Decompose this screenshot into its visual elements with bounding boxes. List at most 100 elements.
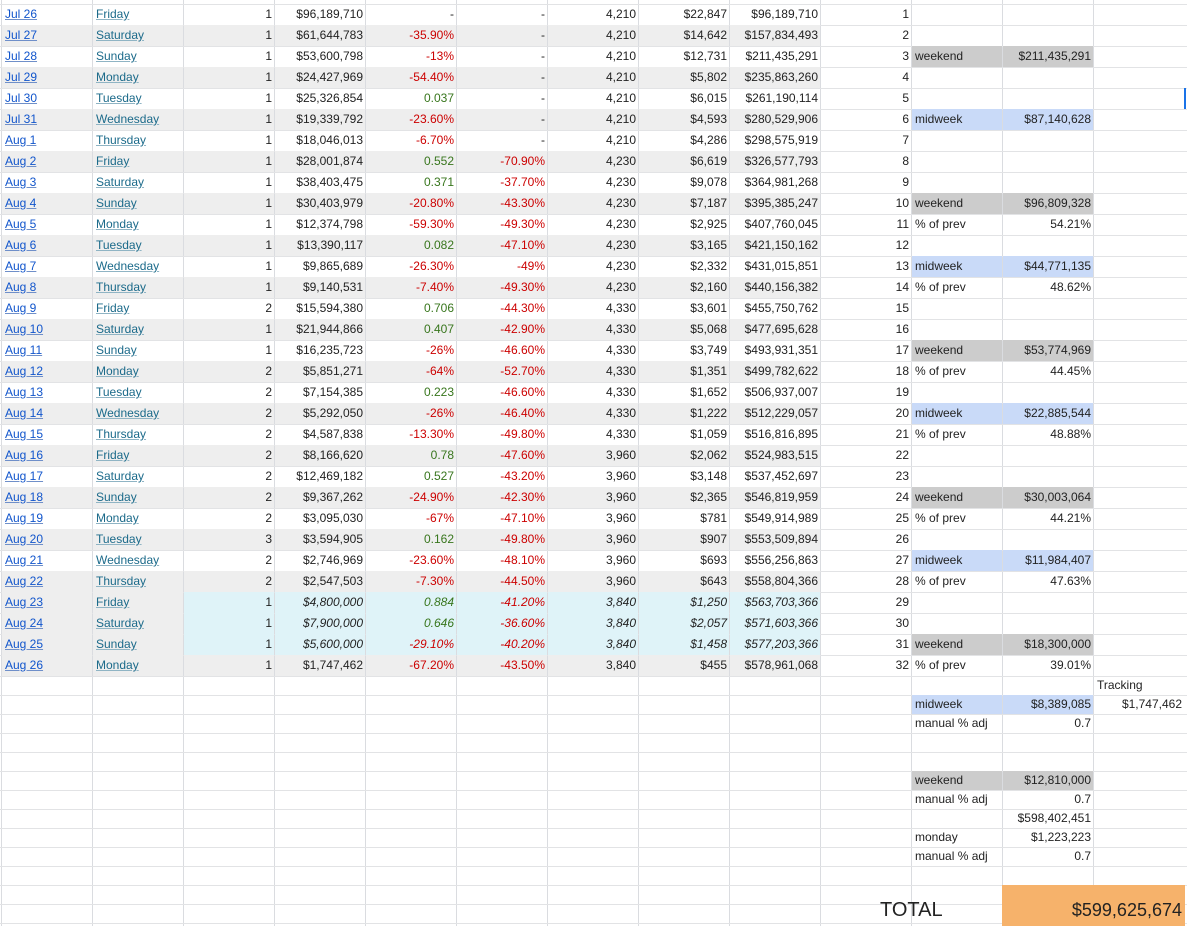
average-cell[interactable]: $2,160 — [639, 277, 729, 298]
date-cell[interactable]: Aug 17 — [2, 466, 92, 487]
theaters-cell[interactable]: 4,210 — [548, 46, 638, 67]
date-cell[interactable]: Aug 1 — [2, 130, 92, 151]
pct-prev-day-cell[interactable]: 0.527 — [366, 466, 456, 487]
weekday-cell[interactable]: Sunday — [93, 193, 183, 214]
day-number-cell[interactable]: 30 — [821, 613, 911, 634]
summary-value[interactable]: $44,771,135 — [1003, 256, 1093, 277]
to-date-cell[interactable]: $477,695,628 — [730, 319, 820, 340]
theaters-cell[interactable]: 3,960 — [548, 550, 638, 571]
pct-prev-week-cell[interactable]: -52.70% — [457, 361, 547, 382]
manual-adj-label[interactable]: manual % adj — [912, 714, 1002, 733]
theaters-cell[interactable]: 4,330 — [548, 298, 638, 319]
pct-prev-day-cell[interactable]: 0.223 — [366, 382, 456, 403]
summary-value[interactable]: 47.63% — [1003, 571, 1093, 592]
average-cell[interactable]: $7,187 — [639, 193, 729, 214]
weekday-cell[interactable]: Monday — [93, 655, 183, 676]
gross-cell[interactable]: $13,390,117 — [275, 235, 365, 256]
gross-cell[interactable]: $25,326,854 — [275, 88, 365, 109]
pct-prev-week-cell[interactable]: -44.30% — [457, 298, 547, 319]
day-number-cell[interactable]: 27 — [821, 550, 911, 571]
tracking-value[interactable]: $1,747,462 — [1094, 695, 1184, 714]
average-cell[interactable]: $22,847 — [639, 4, 729, 25]
average-cell[interactable]: $4,593 — [639, 109, 729, 130]
rank-cell[interactable]: 2 — [184, 424, 274, 445]
pct-prev-day-cell[interactable]: -35.90% — [366, 25, 456, 46]
rank-cell[interactable]: 1 — [184, 4, 274, 25]
to-date-cell[interactable]: $577,203,366 — [730, 634, 820, 655]
weekday-cell[interactable]: Monday — [93, 214, 183, 235]
day-number-cell[interactable]: 22 — [821, 445, 911, 466]
day-number-cell[interactable]: 2 — [821, 25, 911, 46]
average-cell[interactable]: $14,642 — [639, 25, 729, 46]
pct-prev-day-cell[interactable]: -7.40% — [366, 277, 456, 298]
theaters-cell[interactable]: 4,210 — [548, 4, 638, 25]
theaters-cell[interactable]: 4,330 — [548, 340, 638, 361]
average-cell[interactable]: $1,222 — [639, 403, 729, 424]
theaters-cell[interactable]: 3,960 — [548, 529, 638, 550]
day-number-cell[interactable]: 17 — [821, 340, 911, 361]
average-cell[interactable]: $2,332 — [639, 256, 729, 277]
pct-prev-week-cell[interactable]: -43.30% — [457, 193, 547, 214]
average-cell[interactable]: $3,601 — [639, 298, 729, 319]
average-cell[interactable]: $1,250 — [639, 592, 729, 613]
rank-cell[interactable]: 2 — [184, 466, 274, 487]
summary-label[interactable]: midweek — [912, 403, 1002, 424]
pct-prev-week-cell[interactable]: - — [457, 130, 547, 151]
to-date-cell[interactable]: $298,575,919 — [730, 130, 820, 151]
pct-prev-day-cell[interactable]: -20.80% — [366, 193, 456, 214]
average-cell[interactable]: $907 — [639, 529, 729, 550]
theaters-cell[interactable]: 4,230 — [548, 235, 638, 256]
theaters-cell[interactable]: 4,230 — [548, 193, 638, 214]
gross-cell[interactable]: $61,644,783 — [275, 25, 365, 46]
to-date-cell[interactable]: $431,015,851 — [730, 256, 820, 277]
date-cell[interactable]: Aug 18 — [2, 487, 92, 508]
pct-prev-week-cell[interactable]: - — [457, 4, 547, 25]
midweek-projection-label[interactable]: midweek — [912, 695, 1002, 714]
to-date-cell[interactable]: $421,150,162 — [730, 235, 820, 256]
day-number-cell[interactable]: 19 — [821, 382, 911, 403]
theaters-cell[interactable]: 4,230 — [548, 277, 638, 298]
pct-prev-day-cell[interactable]: 0.082 — [366, 235, 456, 256]
average-cell[interactable]: $1,059 — [639, 424, 729, 445]
date-cell[interactable]: Aug 8 — [2, 277, 92, 298]
pct-prev-day-cell[interactable]: -67% — [366, 508, 456, 529]
summary-label[interactable]: % of prev — [912, 508, 1002, 529]
gross-cell[interactable]: $19,339,792 — [275, 109, 365, 130]
gross-cell[interactable]: $53,600,798 — [275, 46, 365, 67]
average-cell[interactable]: $1,351 — [639, 361, 729, 382]
pct-prev-day-cell[interactable]: -29.10% — [366, 634, 456, 655]
date-cell[interactable]: Aug 3 — [2, 172, 92, 193]
gross-cell[interactable]: $12,469,182 — [275, 466, 365, 487]
to-date-cell[interactable]: $211,435,291 — [730, 46, 820, 67]
rank-cell[interactable]: 1 — [184, 130, 274, 151]
average-cell[interactable]: $5,068 — [639, 319, 729, 340]
to-date-cell[interactable]: $261,190,114 — [730, 88, 820, 109]
date-cell[interactable]: Jul 30 — [2, 88, 92, 109]
date-cell[interactable]: Jul 26 — [2, 4, 92, 25]
to-date-cell[interactable]: $571,603,366 — [730, 613, 820, 634]
gross-cell[interactable]: $2,746,969 — [275, 550, 365, 571]
date-cell[interactable]: Aug 21 — [2, 550, 92, 571]
gross-cell[interactable]: $18,046,013 — [275, 130, 365, 151]
to-date-cell[interactable]: $563,703,366 — [730, 592, 820, 613]
summary-value[interactable]: $211,435,291 — [1003, 46, 1093, 67]
day-number-cell[interactable]: 7 — [821, 130, 911, 151]
gross-cell[interactable]: $9,140,531 — [275, 277, 365, 298]
pct-prev-day-cell[interactable]: 0.037 — [366, 88, 456, 109]
subtotal-value[interactable]: $598,402,451 — [1003, 809, 1093, 828]
pct-prev-week-cell[interactable]: -42.30% — [457, 487, 547, 508]
day-number-cell[interactable]: 15 — [821, 298, 911, 319]
theaters-cell[interactable]: 4,210 — [548, 109, 638, 130]
gross-cell[interactable]: $7,900,000 — [275, 613, 365, 634]
summary-label[interactable]: weekend — [912, 487, 1002, 508]
summary-value[interactable]: $22,885,544 — [1003, 403, 1093, 424]
date-cell[interactable]: Aug 16 — [2, 445, 92, 466]
date-cell[interactable]: Jul 28 — [2, 46, 92, 67]
date-cell[interactable]: Aug 6 — [2, 235, 92, 256]
weekday-cell[interactable]: Monday — [93, 67, 183, 88]
average-cell[interactable]: $2,057 — [639, 613, 729, 634]
pct-prev-day-cell[interactable]: 0.407 — [366, 319, 456, 340]
weekday-cell[interactable]: Sunday — [93, 634, 183, 655]
day-number-cell[interactable]: 28 — [821, 571, 911, 592]
weekday-cell[interactable]: Saturday — [93, 25, 183, 46]
